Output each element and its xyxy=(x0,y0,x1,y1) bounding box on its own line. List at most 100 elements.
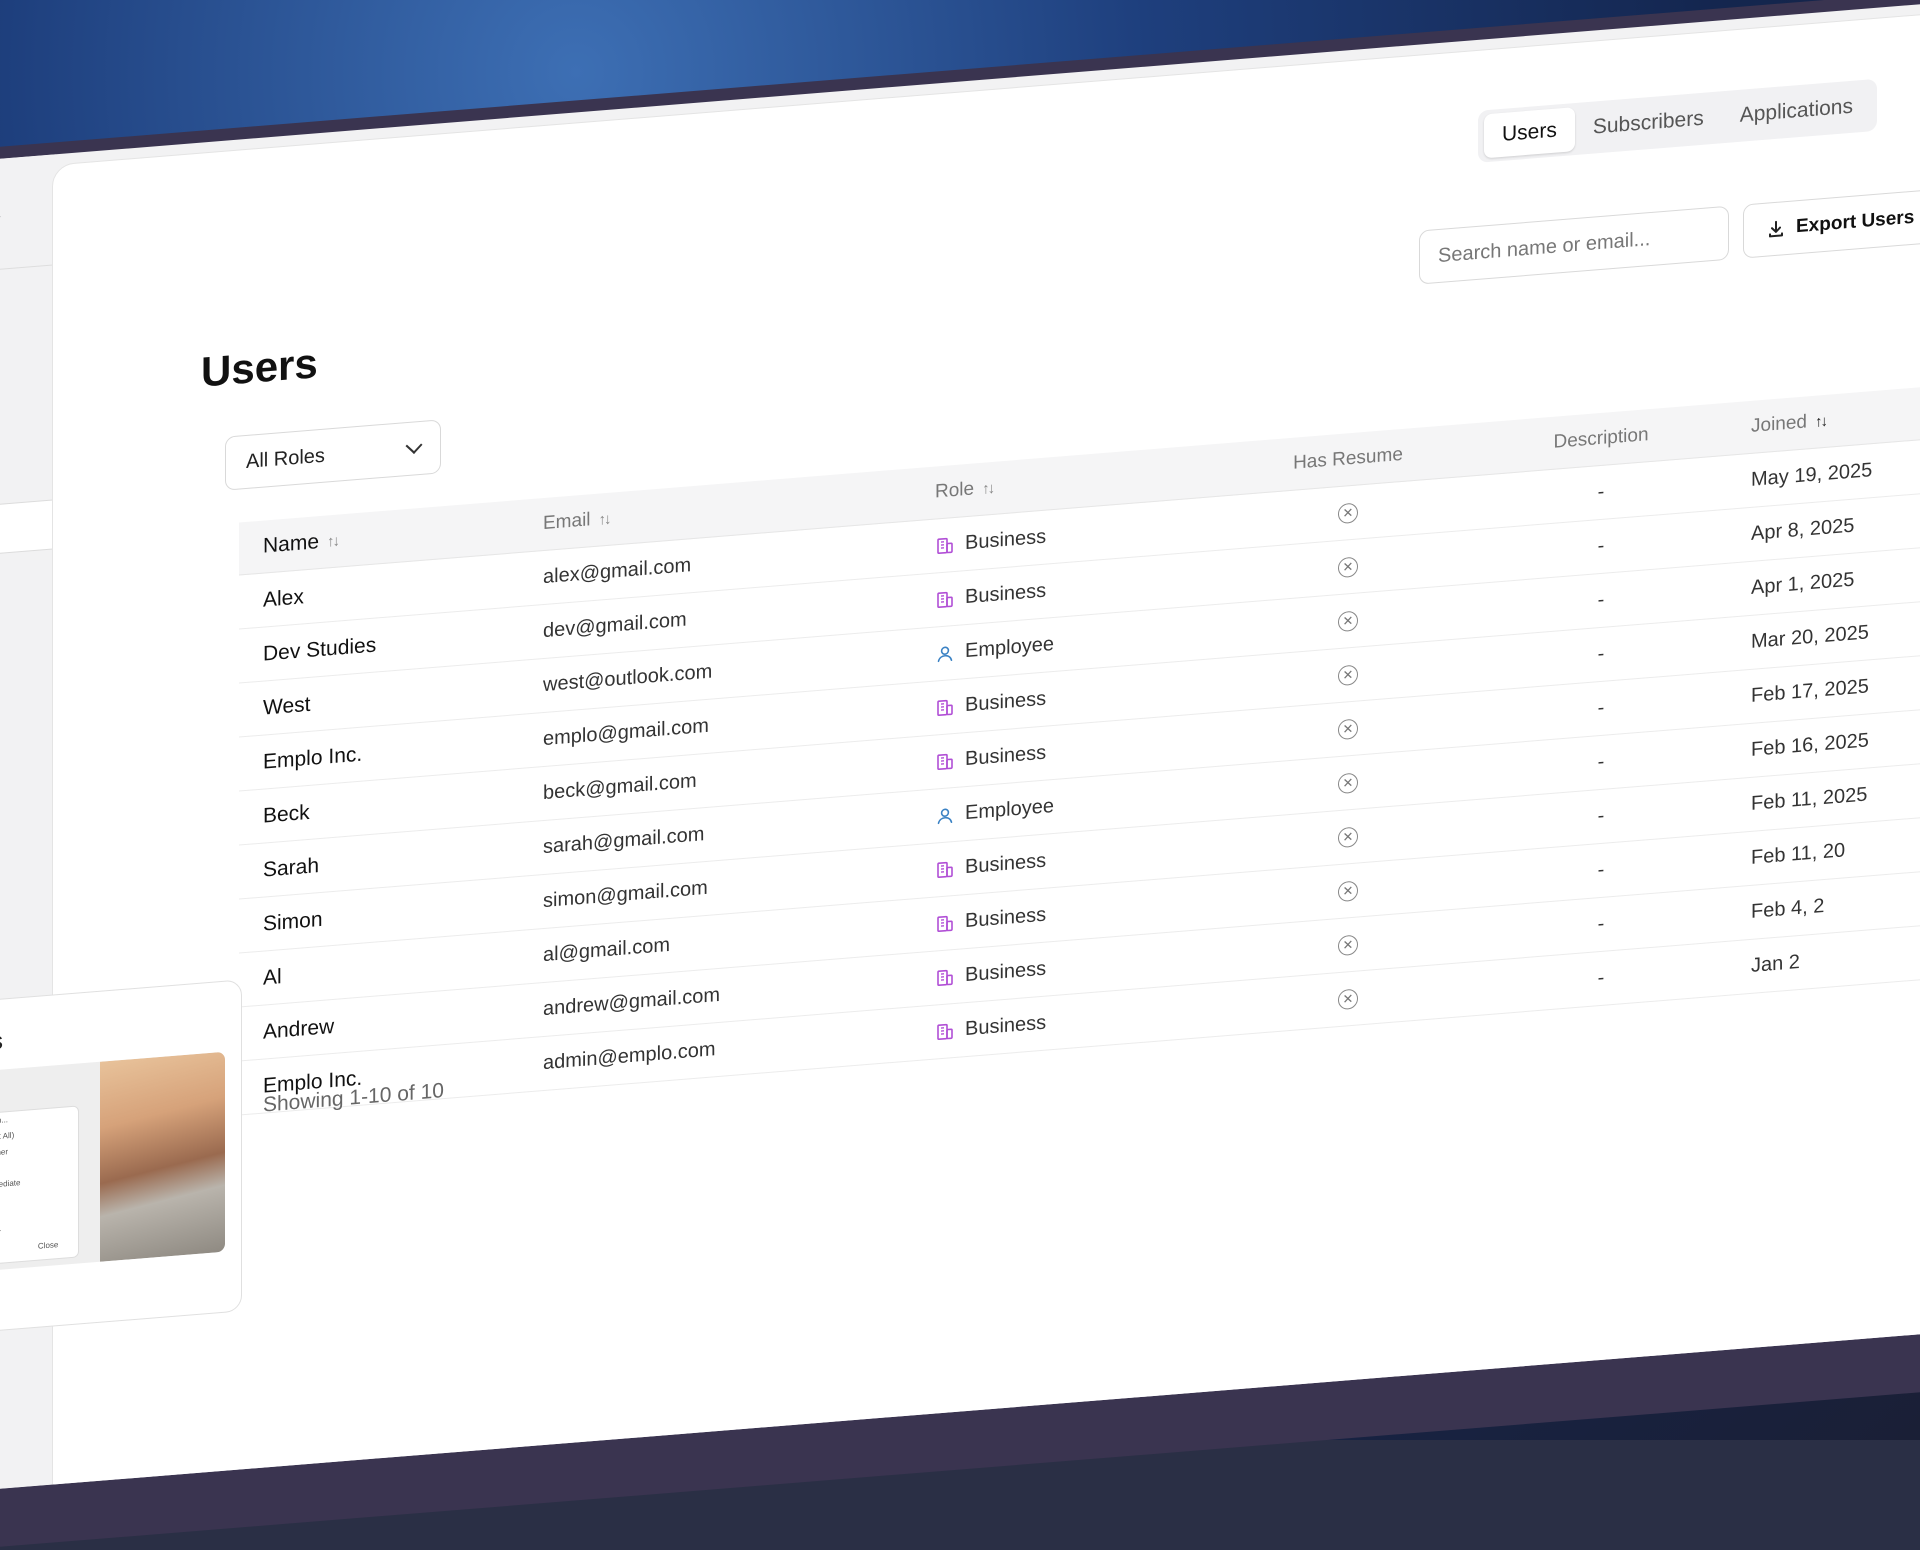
cell-role: Business xyxy=(935,836,1217,882)
cell-has-resume: ✕ xyxy=(1217,708,1479,749)
cell-has-resume: ✕ xyxy=(1217,816,1479,857)
column-label: Email xyxy=(543,509,591,535)
cell-joined: Feb 16, 2025 xyxy=(1723,720,1920,764)
column-label: Joined xyxy=(1751,411,1807,438)
cell-role: Business xyxy=(935,944,1217,990)
feature-card-title: elds xyxy=(0,1028,3,1060)
building-icon xyxy=(935,966,955,988)
cell-description: - xyxy=(1479,903,1723,946)
cell-role: Business xyxy=(935,890,1217,936)
role-label: Business xyxy=(965,850,1046,880)
cell-has-resume: ✕ xyxy=(1217,654,1479,695)
role-filter-select[interactable]: All Roles xyxy=(225,419,441,490)
x-circle-icon: ✕ xyxy=(1338,610,1358,632)
cell-name: Al xyxy=(239,944,543,992)
feature-card[interactable]: elds Search...(Select All)BeginnerJunior… xyxy=(0,979,242,1335)
cell-name: Alex xyxy=(239,566,543,614)
tab-applications[interactable]: Applications xyxy=(1722,83,1871,139)
cell-has-resume: ✕ xyxy=(1217,978,1479,1019)
cell-has-resume: ✕ xyxy=(1217,870,1479,911)
column-label: Name xyxy=(263,530,319,559)
export-users-button[interactable]: Export Users xyxy=(1743,185,1920,258)
x-circle-icon: ✕ xyxy=(1338,718,1358,740)
download-icon xyxy=(1766,218,1786,240)
column-label: Role xyxy=(935,478,974,503)
main-panel: UsersSubscribersApplications Users Expor… xyxy=(52,4,1920,1492)
search-input[interactable] xyxy=(1419,206,1729,285)
cell-description: - xyxy=(1479,633,1723,676)
building-icon xyxy=(935,912,955,934)
sort-icon: ↑↓ xyxy=(327,532,338,550)
thumbnail-filter-menu: Search...(Select All)BeginnerJuniorInter… xyxy=(0,1105,79,1267)
page-title: Users xyxy=(201,339,318,396)
cell-description: - xyxy=(1479,795,1723,838)
cell-description: - xyxy=(1479,525,1723,568)
cell-joined: May 19, 2025 xyxy=(1723,450,1920,494)
building-icon xyxy=(935,858,955,880)
cell-role: Business xyxy=(935,998,1217,1044)
cell-joined: Feb 17, 2025 xyxy=(1723,666,1920,710)
cell-joined: Feb 4, 2 xyxy=(1723,882,1920,926)
column-label: Description xyxy=(1553,424,1648,454)
role-label: Business xyxy=(965,526,1046,556)
role-label: Business xyxy=(965,1012,1046,1042)
x-circle-icon: ✕ xyxy=(1338,880,1358,902)
export-users-label: Export Users xyxy=(1796,207,1914,239)
cell-has-resume: ✕ xyxy=(1217,924,1479,965)
role-filter-value: All Roles xyxy=(246,444,325,473)
tab-subscribers[interactable]: Subscribers xyxy=(1575,95,1722,151)
user-icon xyxy=(935,642,955,664)
view-tabs: UsersSubscribersApplications xyxy=(1478,79,1877,163)
cell-role: Business xyxy=(935,674,1217,720)
tab-users[interactable]: Users xyxy=(1484,107,1575,158)
column-header-joined[interactable]: Joined ↑↓ xyxy=(1723,397,1920,440)
building-icon xyxy=(935,750,955,772)
cell-description: - xyxy=(1479,687,1723,730)
thumbnail-menu-button: Close xyxy=(38,1240,58,1251)
chevron-down-icon xyxy=(406,437,423,454)
role-label: Employee xyxy=(965,633,1054,663)
role-label: Business xyxy=(965,688,1046,718)
building-icon xyxy=(935,588,955,610)
role-label: Business xyxy=(965,958,1046,988)
building-icon xyxy=(935,1020,955,1042)
cell-joined: Feb 11, 20 xyxy=(1723,828,1920,872)
cell-has-resume: ✕ xyxy=(1217,546,1479,587)
cell-description: - xyxy=(1479,471,1723,514)
building-icon xyxy=(935,696,955,718)
column-header-has-resume: Has Resume xyxy=(1217,438,1479,481)
x-circle-icon: ✕ xyxy=(1338,502,1358,524)
cell-name: Andrew xyxy=(239,998,543,1046)
column-header-name[interactable]: Name ↑↓ xyxy=(239,512,543,560)
cell-joined: Jan 2 xyxy=(1723,936,1920,980)
role-label: Business xyxy=(965,580,1046,610)
cell-name: Beck xyxy=(239,782,543,830)
column-label: Has Resume xyxy=(1293,444,1403,475)
building-icon xyxy=(935,534,955,556)
role-label: Business xyxy=(965,742,1046,772)
x-circle-icon: ✕ xyxy=(1338,664,1358,686)
cell-name: West xyxy=(239,674,543,722)
cell-joined: Apr 1, 2025 xyxy=(1723,558,1920,602)
cell-role: Business xyxy=(935,566,1217,612)
cell-description: - xyxy=(1479,741,1723,784)
cell-description: - xyxy=(1479,579,1723,622)
x-circle-icon: ✕ xyxy=(1338,772,1358,794)
x-circle-icon: ✕ xyxy=(1338,934,1358,956)
cell-name: Emplo Inc. xyxy=(239,728,543,776)
feature-card-thumbnail: Search...(Select All)BeginnerJuniorInter… xyxy=(0,1052,225,1274)
cell-has-resume: ✕ xyxy=(1217,492,1479,533)
sort-icon: ↑↓ xyxy=(982,479,993,497)
cell-has-resume: ✕ xyxy=(1217,600,1479,641)
app-screen: UsersSubscribersApplications Users Expor… xyxy=(0,0,1920,1492)
sort-icon: ↑↓ xyxy=(599,510,610,528)
column-header-role[interactable]: Role ↑↓ xyxy=(935,459,1217,504)
cell-role: Employee xyxy=(935,620,1217,666)
role-label: Business xyxy=(965,904,1046,934)
cell-role: Business xyxy=(935,728,1217,774)
cell-description: - xyxy=(1479,849,1723,892)
sidebar-divider xyxy=(0,264,56,273)
cell-joined: Feb 11, 2025 xyxy=(1723,774,1920,818)
cell-role: Business xyxy=(935,512,1217,558)
cell-joined: Apr 8, 2025 xyxy=(1723,504,1920,548)
